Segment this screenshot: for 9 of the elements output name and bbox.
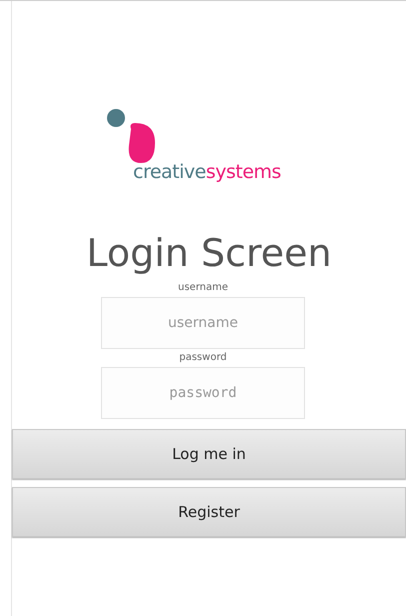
field-label: username [178,281,228,295]
input-field[interactable]: password [101,367,305,419]
action-button[interactable]: Log me in [12,429,406,479]
logo-text: creative [133,161,206,183]
input-field[interactable]: username [101,297,305,349]
field-label: password [179,351,227,365]
screen-title: Login Screen [86,231,332,275]
action-button[interactable]: Register [12,487,406,537]
logo-text: systems [206,161,281,183]
